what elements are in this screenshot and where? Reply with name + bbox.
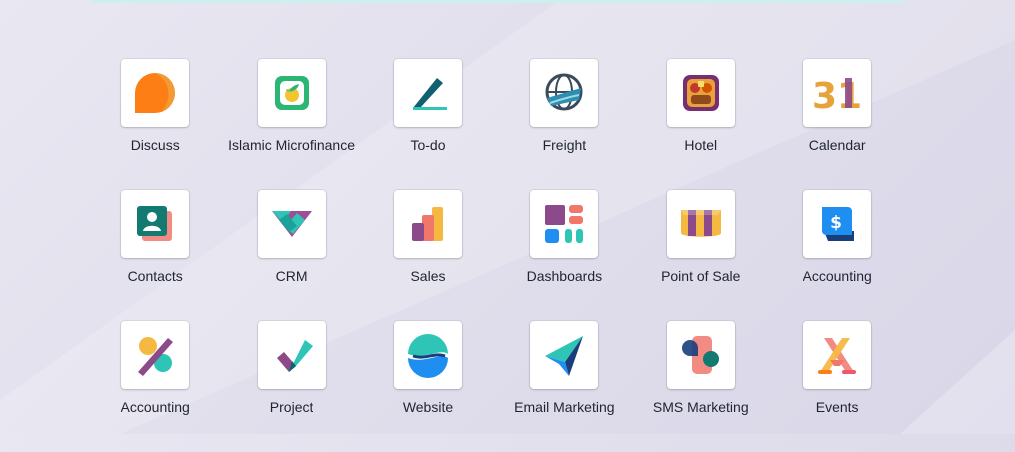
website-icon bbox=[407, 334, 448, 378]
app-tile[interactable] bbox=[393, 59, 462, 127]
app-point-of-sale[interactable]: Point of Sale bbox=[633, 190, 769, 321]
app-label: To-do bbox=[410, 137, 446, 153]
app-tile[interactable] bbox=[257, 321, 326, 389]
app-crm[interactable]: CRM bbox=[223, 190, 359, 321]
app-contacts[interactable]: Contacts bbox=[87, 190, 223, 321]
app-label: Freight bbox=[542, 137, 587, 153]
app-project[interactable]: Project bbox=[223, 321, 359, 452]
app-tile[interactable] bbox=[666, 321, 735, 389]
app-sales[interactable]: Sales bbox=[360, 190, 496, 321]
app-todo[interactable]: To-do bbox=[360, 59, 496, 190]
app-label: Accounting bbox=[120, 399, 190, 415]
app-email-marketing[interactable]: Email Marketing bbox=[496, 321, 632, 452]
dollar-glyph: $ bbox=[830, 213, 842, 233]
events-icon bbox=[818, 338, 857, 374]
app-label: Contacts bbox=[127, 268, 183, 284]
sms-marketing-icon bbox=[681, 336, 719, 374]
app-tile[interactable] bbox=[530, 59, 599, 127]
sales-icon bbox=[411, 207, 443, 241]
app-tile[interactable] bbox=[666, 59, 735, 127]
project-icon bbox=[276, 340, 313, 372]
hotel-icon bbox=[682, 75, 719, 111]
app-grid: Discuss Islamic Microfinance To-do Freig… bbox=[87, 59, 905, 452]
contacts-icon bbox=[137, 206, 173, 241]
app-tile[interactable] bbox=[803, 321, 872, 389]
app-tile[interactable] bbox=[121, 321, 190, 389]
app-dashboards[interactable]: Dashboards bbox=[496, 190, 632, 321]
app-label: Point of Sale bbox=[661, 268, 741, 284]
app-tile[interactable] bbox=[393, 190, 462, 258]
app-label: Islamic Microfinance bbox=[228, 137, 355, 153]
app-tile[interactable] bbox=[121, 59, 190, 127]
email-marketing-icon bbox=[545, 336, 584, 376]
app-tile[interactable] bbox=[121, 190, 190, 258]
app-tile[interactable] bbox=[530, 190, 599, 258]
calendar-icon: 31 bbox=[814, 76, 860, 116]
app-label: SMS Marketing bbox=[652, 399, 749, 415]
dashboards-icon bbox=[545, 205, 584, 243]
app-label: Sales bbox=[410, 268, 446, 284]
app-tile[interactable] bbox=[393, 321, 462, 389]
app-islamic-microfinance[interactable]: Islamic Microfinance bbox=[223, 59, 359, 190]
accounting-icon: $ bbox=[822, 207, 855, 241]
app-label: Project bbox=[269, 399, 314, 415]
app-label: Email Marketing bbox=[514, 399, 615, 415]
app-tile[interactable] bbox=[257, 59, 326, 127]
freight-icon bbox=[545, 73, 583, 111]
discuss-icon bbox=[135, 73, 176, 113]
app-hotel[interactable]: Hotel bbox=[633, 59, 769, 190]
crm-icon bbox=[271, 211, 312, 237]
app-label: Calendar bbox=[808, 137, 866, 153]
app-sms-marketing[interactable]: SMS Marketing bbox=[633, 321, 769, 452]
app-label: Accounting bbox=[802, 268, 872, 284]
point-of-sale-icon bbox=[680, 210, 721, 237]
app-label: Discuss bbox=[130, 137, 180, 153]
todo-icon bbox=[412, 78, 447, 110]
search-panel-edge bbox=[90, 0, 904, 3]
app-label: Website bbox=[402, 399, 454, 415]
app-label: CRM bbox=[275, 268, 308, 284]
app-freight[interactable]: Freight bbox=[496, 59, 632, 190]
app-tile[interactable] bbox=[257, 190, 326, 258]
app-label: Events bbox=[815, 399, 859, 415]
app-accounting-2[interactable]: Accounting bbox=[87, 321, 223, 452]
app-events[interactable]: Events bbox=[769, 321, 905, 452]
app-discuss[interactable]: Discuss bbox=[87, 59, 223, 190]
app-tile[interactable] bbox=[666, 190, 735, 258]
islamic-microfinance-icon bbox=[274, 76, 309, 110]
calendar-day-text: 31 bbox=[814, 76, 860, 116]
app-calendar[interactable]: 31 Calendar bbox=[769, 59, 905, 190]
accounting-percent-icon bbox=[138, 337, 174, 376]
app-website[interactable]: Website bbox=[360, 321, 496, 452]
app-label: Dashboards bbox=[526, 268, 603, 284]
app-tile[interactable]: 31 bbox=[803, 59, 872, 127]
app-label: Hotel bbox=[684, 137, 718, 153]
app-tile[interactable] bbox=[530, 321, 599, 389]
app-tile[interactable]: $ bbox=[803, 190, 872, 258]
app-accounting[interactable]: $ Accounting bbox=[769, 190, 905, 321]
